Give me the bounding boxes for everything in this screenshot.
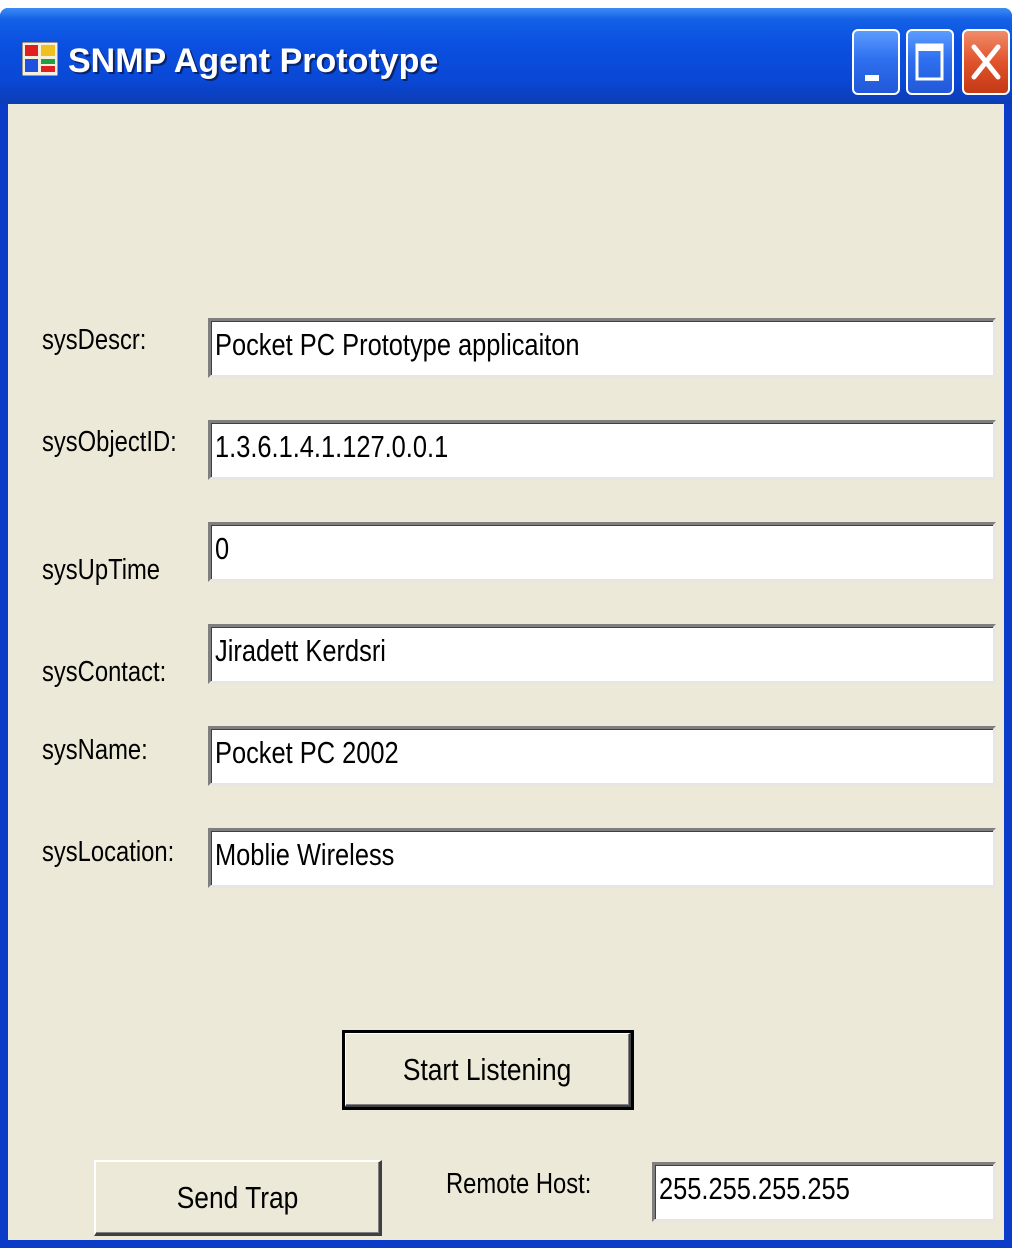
syslocation-value: Moblie Wireless (215, 837, 395, 872)
sysuptime-value: 0 (215, 531, 230, 566)
minimize-icon (865, 75, 879, 81)
app-window: SNMP Agent Prototype sysDescr: Pocket PC… (0, 8, 1012, 1248)
sysname-label: sysName: (42, 734, 148, 766)
sysname-value: Pocket PC 2002 (215, 735, 399, 770)
close-button[interactable] (962, 29, 1010, 95)
sysuptime-label: sysUpTime (42, 554, 161, 586)
minimize-button[interactable] (852, 29, 900, 95)
send-trap-label: Send Trap (176, 1180, 299, 1215)
syslocation-label: sysLocation: (42, 836, 175, 868)
remote-host-field[interactable]: 255.255.255.255 (652, 1162, 996, 1222)
sysname-field[interactable]: Pocket PC 2002 (208, 726, 996, 786)
syscontact-field[interactable]: Jiradett Kerdsri (208, 624, 996, 684)
syscontact-label: sysContact: (42, 656, 167, 688)
sysdescr-value: Pocket PC Prototype applicaiton (215, 327, 580, 362)
sysobjectid-field[interactable]: 1.3.6.1.4.1.127.0.0.1 (208, 420, 996, 480)
sysobjectid-label: sysObjectID: (42, 426, 177, 458)
syscontact-value: Jiradett Kerdsri (215, 633, 386, 668)
remote-host-value: 255.255.255.255 (659, 1171, 850, 1206)
start-listening-label: Start Listening (403, 1052, 572, 1087)
title-bar[interactable]: SNMP Agent Prototype (0, 8, 1012, 104)
start-listening-button[interactable]: Start Listening (342, 1030, 634, 1110)
sysdescr-field[interactable]: Pocket PC Prototype applicaiton (208, 318, 996, 378)
maximize-button[interactable] (906, 29, 954, 95)
sysuptime-field[interactable]: 0 (208, 522, 996, 582)
window-title: SNMP Agent Prototype (68, 42, 439, 80)
sysobjectid-value: 1.3.6.1.4.1.127.0.0.1 (215, 429, 449, 464)
sysdescr-label: sysDescr: (42, 324, 147, 356)
client-area: sysDescr: Pocket PC Prototype applicaito… (8, 104, 1004, 1240)
send-trap-button[interactable]: Send Trap (94, 1160, 382, 1236)
app-window-icon (22, 42, 58, 76)
maximize-icon (915, 43, 944, 81)
close-icon (971, 44, 1001, 80)
remote-host-label: Remote Host: (446, 1168, 592, 1200)
syslocation-field[interactable]: Moblie Wireless (208, 828, 996, 888)
